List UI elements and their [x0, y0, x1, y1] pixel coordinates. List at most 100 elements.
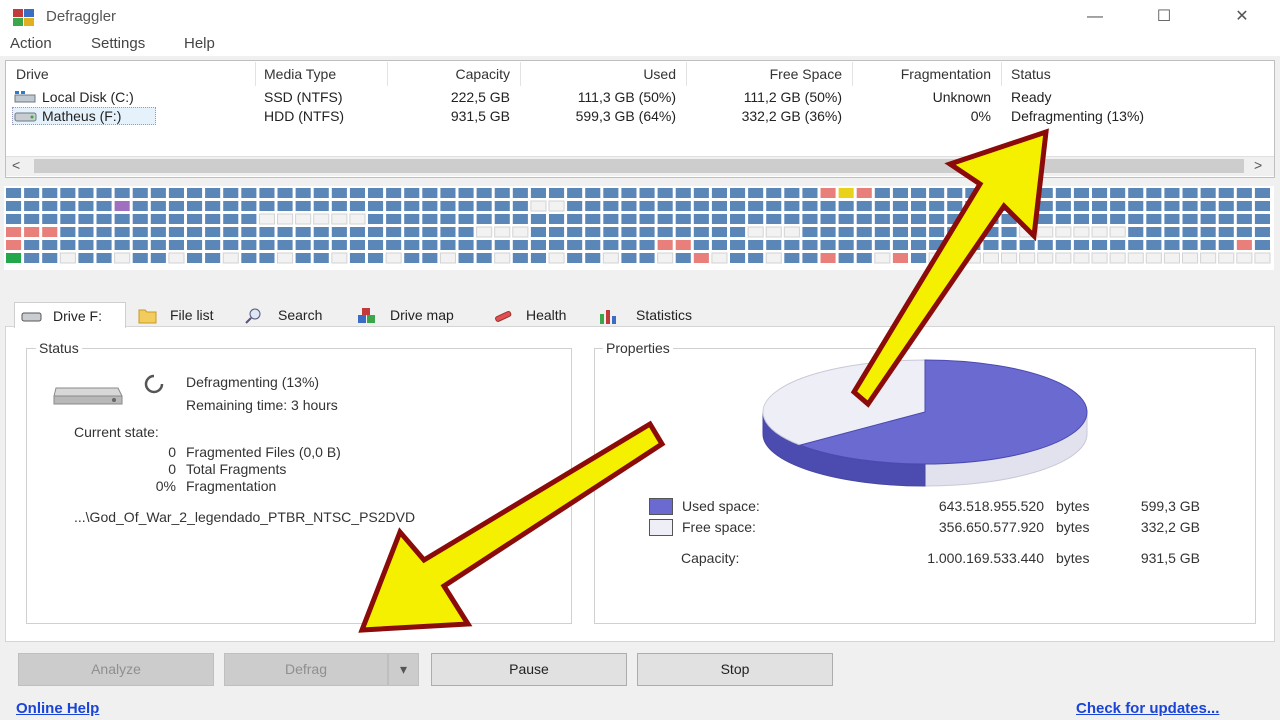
map-block-used — [621, 253, 637, 263]
map-block-used — [168, 201, 184, 211]
window-title: Defraggler — [46, 8, 117, 25]
map-block-used — [1092, 201, 1108, 211]
map-block-used — [223, 240, 239, 250]
ssd-drive-icon — [14, 91, 36, 103]
map-block-used — [1092, 214, 1108, 224]
map-block-fragmented — [693, 253, 709, 263]
column-drive[interactable]: Drive — [16, 66, 49, 82]
map-block-free — [1145, 252, 1162, 264]
column-used[interactable]: Used — [525, 66, 676, 82]
map-block-used — [241, 214, 257, 224]
scrollbar-thumb[interactable] — [34, 159, 1244, 173]
tab-drive-map[interactable]: Drive map — [352, 302, 478, 328]
map-block-used — [42, 240, 58, 250]
map-block-used — [1254, 227, 1270, 237]
scroll-left-icon[interactable]: < — [12, 157, 20, 173]
map-block-used — [349, 188, 365, 198]
fragmentation-value: 0% — [155, 478, 176, 494]
map-block-used — [693, 214, 709, 224]
map-block-used — [349, 253, 365, 263]
capacity-gb: 931,5 GB — [1140, 550, 1200, 566]
map-block-free — [277, 213, 294, 225]
analyze-button[interactable]: Analyze — [18, 653, 214, 686]
map-block-used — [603, 201, 619, 211]
tab-drive-f[interactable]: Drive F: — [14, 302, 126, 328]
map-block-free — [59, 252, 76, 264]
maximize-button[interactable]: ☐ — [1141, 0, 1187, 34]
pause-button[interactable]: Pause — [431, 653, 627, 686]
used-space-bytes-unit: bytes — [1056, 498, 1090, 514]
map-block-used — [42, 253, 58, 263]
map-block-used — [1164, 188, 1180, 198]
column-media-type[interactable]: Media Type — [264, 66, 336, 82]
map-block-used — [711, 240, 727, 250]
minimize-button[interactable]: — — [1072, 0, 1118, 34]
map-block-used — [639, 214, 655, 224]
map-block-used — [802, 214, 818, 224]
tab-statistics[interactable]: Statistics — [594, 302, 710, 328]
map-block-used — [458, 188, 474, 198]
map-block-used — [1200, 240, 1216, 250]
drive-used-c: 111,3 GB (50%) — [577, 89, 676, 105]
map-block-fragmented — [6, 227, 22, 237]
map-block-used — [494, 240, 510, 250]
map-block-free — [476, 226, 493, 238]
drive-media-f: HDD (NTFS) — [264, 108, 345, 124]
column-separator — [387, 62, 388, 86]
tab-search[interactable]: Search — [240, 302, 340, 328]
map-block-used — [1110, 214, 1126, 224]
magnifier-icon — [245, 308, 261, 324]
tab-file-list[interactable]: File list — [134, 302, 230, 328]
online-help-link[interactable]: Online Help — [16, 700, 99, 717]
map-block-free — [258, 213, 275, 225]
drive-used-f: 599,3 GB (64%) — [575, 108, 676, 124]
map-block-used — [603, 214, 619, 224]
map-block-used — [60, 188, 76, 198]
defrag-dropdown-button[interactable]: ▾ — [388, 653, 419, 686]
menu-action[interactable]: Action — [10, 35, 52, 52]
map-block-used — [585, 201, 601, 211]
map-block-used — [187, 201, 203, 211]
map-block-free — [385, 252, 402, 264]
map-block-used — [187, 188, 203, 198]
drive-name-c: Local Disk (C:) — [42, 89, 134, 105]
map-block-used — [1200, 201, 1216, 211]
map-block-used — [476, 188, 492, 198]
menu-help[interactable]: Help — [184, 35, 215, 52]
map-block-used — [1236, 188, 1252, 198]
map-block-used — [512, 201, 528, 211]
check-for-updates-link[interactable]: Check for updates... — [1076, 700, 1219, 717]
menu-settings[interactable]: Settings — [91, 35, 145, 52]
map-block-used — [259, 201, 275, 211]
map-block-used — [1092, 188, 1108, 198]
map-block-free — [349, 213, 366, 225]
map-block-used — [1128, 214, 1144, 224]
column-free-space[interactable]: Free Space — [690, 66, 842, 82]
tab-label: Statistics — [636, 307, 693, 323]
column-status[interactable]: Status — [1011, 66, 1051, 82]
close-button[interactable]: ✕ — [1219, 0, 1265, 34]
map-block-used — [368, 188, 384, 198]
map-block-used — [585, 188, 601, 198]
map-block-used — [277, 240, 293, 250]
map-block-used — [693, 201, 709, 211]
map-block-used — [440, 227, 456, 237]
bar-chart-icon — [600, 310, 616, 324]
stop-button[interactable]: Stop — [637, 653, 833, 686]
map-block-used — [150, 214, 166, 224]
map-block-used — [187, 214, 203, 224]
map-block-used — [1110, 188, 1126, 198]
fragmentation-label: Fragmentation — [186, 478, 277, 494]
map-block-used — [1164, 240, 1180, 250]
defrag-button[interactable]: Defrag — [224, 653, 388, 686]
map-block-used — [784, 214, 800, 224]
tab-health[interactable]: Health — [488, 302, 584, 328]
map-block-used — [241, 188, 257, 198]
map-block-used — [585, 214, 601, 224]
map-block-used — [223, 201, 239, 211]
map-block-used — [349, 227, 365, 237]
scroll-right-icon[interactable]: > — [1254, 157, 1262, 173]
column-fragmentation[interactable]: Fragmentation — [855, 66, 991, 82]
column-capacity[interactable]: Capacity — [390, 66, 510, 82]
map-block-used — [802, 240, 818, 250]
